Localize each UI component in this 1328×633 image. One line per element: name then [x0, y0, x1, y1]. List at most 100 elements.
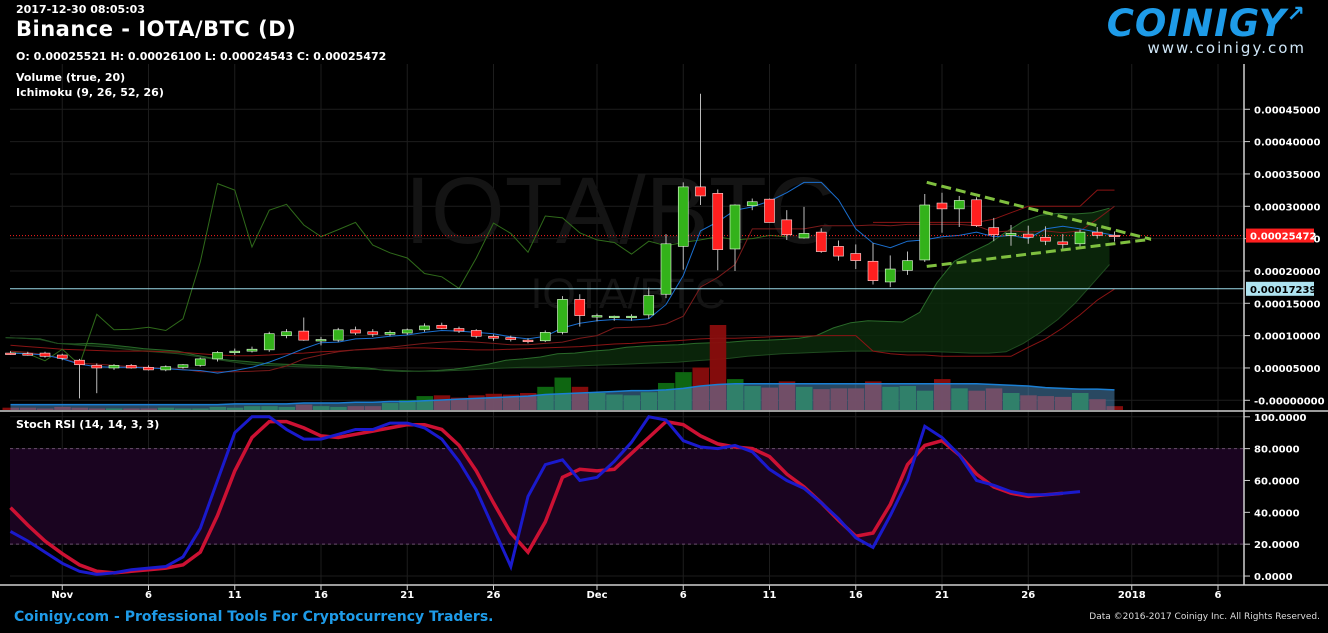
candle — [281, 329, 292, 339]
candle-body — [953, 200, 965, 210]
candle — [764, 198, 775, 223]
candle-body — [419, 325, 430, 331]
candle-body — [608, 315, 620, 319]
candle — [436, 322, 448, 330]
support-price-label: 0.00017239 — [1250, 285, 1316, 296]
candle-body — [574, 299, 586, 316]
candle — [419, 323, 430, 332]
candle-body — [1109, 234, 1120, 238]
candle-body — [384, 332, 396, 335]
rsi-y-tick-label: 0.0000 — [1254, 572, 1293, 583]
candle — [815, 228, 827, 253]
candle-body — [936, 202, 948, 210]
x-tick-label: 2018 — [1118, 590, 1146, 601]
candle-body — [1022, 233, 1034, 238]
candle-body — [436, 324, 448, 329]
candle-body — [332, 329, 344, 341]
candle-body — [919, 204, 931, 261]
timestamp: 2017-12-30 08:05:03 — [16, 3, 145, 16]
candle-body — [815, 231, 827, 252]
candle-body — [212, 352, 223, 360]
ichimoku-indicator-label[interactable]: Ichimoku (9, 26, 52, 26) — [16, 86, 164, 99]
candle — [125, 364, 137, 369]
candle-body — [1091, 231, 1103, 236]
footer-tagline[interactable]: Coinigy.com - Professional Tools For Cry… — [14, 609, 493, 625]
y-tick-label: 0.00040000 — [1254, 138, 1320, 149]
y-tick-label: 0.00015000 — [1254, 299, 1320, 310]
x-tick-label: 26 — [1021, 590, 1035, 601]
candle — [91, 363, 103, 394]
x-tick-label: 26 — [487, 590, 501, 601]
candle-body — [177, 364, 189, 368]
candle-body — [833, 246, 844, 257]
x-tick-label: 21 — [400, 590, 414, 601]
y-tick-label: -0.00000000 — [1254, 396, 1325, 407]
candle — [229, 348, 241, 356]
candle-body — [39, 352, 51, 357]
candle-body — [557, 299, 568, 333]
candle-body — [539, 332, 551, 342]
x-tick-label: 16 — [314, 590, 328, 601]
x-tick-label: 6 — [680, 590, 687, 601]
candle-body — [695, 186, 706, 197]
candle-body — [850, 253, 862, 261]
candle-body — [91, 365, 103, 369]
candle — [246, 346, 258, 353]
candle — [919, 193, 931, 262]
candle — [298, 317, 310, 341]
candle — [660, 234, 672, 299]
candle-body — [729, 204, 741, 250]
candle-body — [712, 193, 724, 250]
x-tick-label: 6 — [145, 590, 152, 601]
volume-indicator-label[interactable]: Volume (true, 20) — [16, 71, 125, 84]
rsi-band-fill — [10, 448, 1244, 545]
rsi-y-tick-label: 100.0000 — [1254, 413, 1307, 424]
candle — [867, 243, 879, 285]
candle-body — [746, 201, 758, 206]
candle-body — [56, 354, 68, 359]
candle-body — [74, 359, 85, 366]
y-tick-label: 0.00010000 — [1254, 332, 1320, 343]
candle — [695, 93, 706, 205]
candle-body — [867, 260, 879, 281]
candle-body — [988, 227, 1000, 236]
candle-body — [505, 337, 517, 340]
candle — [39, 351, 51, 358]
candle-body — [798, 233, 810, 239]
candle-body — [884, 268, 896, 283]
candle — [143, 365, 154, 371]
chart-title: Binance - IOTA/BTC (D) — [16, 17, 297, 41]
candle — [470, 329, 482, 339]
x-tick-label: 11 — [763, 590, 777, 601]
candle-body — [902, 260, 913, 271]
candle-body — [143, 367, 154, 371]
x-tick-label: Dec — [586, 590, 607, 601]
footer-copyright: Data ©2016-2017 Coinigy Inc. All Rights … — [1089, 612, 1320, 622]
stoch-rsi-indicator-label[interactable]: Stoch RSI (14, 14, 3, 3) — [16, 418, 159, 431]
rsi-y-tick-label: 80.0000 — [1254, 445, 1300, 456]
y-tick-label: 0.00045000 — [1254, 105, 1320, 116]
rsi-y-tick-label: 20.0000 — [1254, 540, 1300, 551]
candle-body — [781, 219, 793, 236]
candle-body — [470, 330, 482, 337]
ohlc-readout: O: 0.00025521 H: 0.00026100 L: 0.0002454… — [16, 50, 387, 63]
candle-body — [315, 339, 327, 342]
candle-body — [5, 352, 16, 355]
candle-body — [488, 335, 499, 339]
candle-body — [626, 315, 637, 319]
candle-body — [453, 328, 465, 332]
candle-body — [643, 295, 655, 316]
candle-body — [971, 199, 982, 226]
candle-body — [263, 333, 275, 351]
x-tick-label: 11 — [228, 590, 242, 601]
candle-body — [160, 366, 172, 371]
candle — [936, 192, 948, 233]
candle-body — [22, 353, 34, 356]
rsi-y-tick-label: 60.0000 — [1254, 476, 1300, 487]
last-price-label: 0.00025472 — [1250, 232, 1316, 243]
candle — [332, 327, 344, 343]
y-tick-label: 0.00030000 — [1254, 202, 1320, 213]
candle — [850, 244, 862, 270]
candle — [557, 296, 568, 335]
candle-body — [350, 329, 361, 334]
